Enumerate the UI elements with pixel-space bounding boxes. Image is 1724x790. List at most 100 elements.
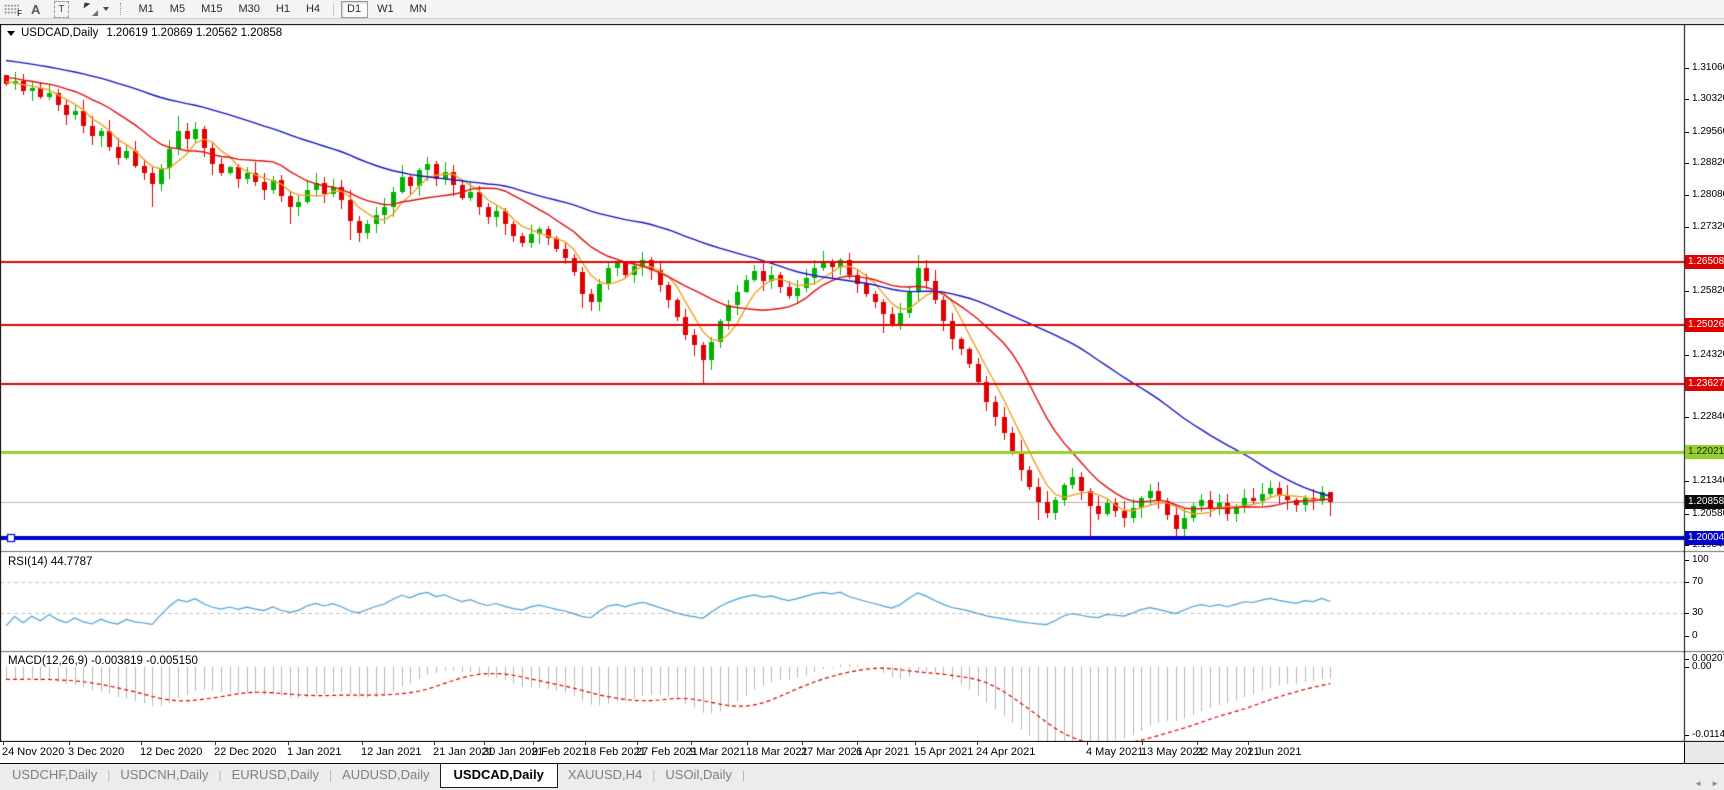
axis-tick-mark [1685, 291, 1689, 292]
toolbar-separator [119, 3, 122, 15]
date-label: 24 Nov 2020 [2, 746, 65, 758]
tool-dropdown-caret-icon[interactable] [102, 7, 109, 11]
axis-tick-mark [1685, 636, 1689, 637]
chart-tabs: USDCHF,Daily | USDCNH,Daily | EURUSD,Daily | A… [0, 764, 1724, 788]
axis-tick-label: 1.29560 [1692, 126, 1724, 137]
price-chart-canvas[interactable] [0, 24, 1724, 742]
tabs-scroll-right-icon[interactable]: ► [1711, 779, 1719, 788]
axis-tick-mark [1685, 667, 1689, 668]
date-label: 9 Mar 2021 [690, 746, 746, 758]
tab-scroll-arrows: ◄ ► [1685, 773, 1719, 790]
date-tick-mark [69, 742, 70, 745]
price-level-label: 1.20004 [1685, 531, 1724, 545]
chart-title: USDCAD,Daily 1.20619 1.20869 1.20562 1.20… [7, 27, 282, 39]
date-label: 1 Jun 2021 [1247, 746, 1302, 758]
macd-indicator-label: MACD(12,26,9) -0.003819 -0.005150 [8, 655, 198, 667]
timeframe-mn-button[interactable]: MN [403, 1, 433, 18]
date-axis[interactable]: 24 Nov 2020 3 Dec 2020 12 Dec 2020 22 Dec 2… [0, 742, 1684, 763]
axis-tick-label: 1.28080 [1692, 189, 1724, 200]
date-tick-mark [141, 742, 142, 745]
axis-tick-label: -0.01146 [1692, 729, 1724, 740]
date-label: 9 Feb 2021 [532, 746, 588, 758]
timeframe-d1-button[interactable]: D1 [340, 0, 368, 18]
axis-tick-label: 30 [1692, 607, 1704, 618]
date-tick-mark [288, 742, 289, 745]
date-label: 1 Jan 2021 [287, 746, 342, 758]
timeframe-m15-button[interactable]: M15 [195, 1, 229, 18]
rsi-indicator-label: RSI(14) 44.7787 [8, 556, 93, 568]
price-level-label: 1.22021 [1685, 445, 1724, 459]
axis-tick-mark [1685, 163, 1689, 164]
axis-tick-mark [1685, 99, 1689, 100]
date-tick-mark [637, 742, 638, 745]
date-tick-mark [362, 742, 363, 745]
date-tick-mark [215, 742, 216, 745]
axis-tick-mark [1685, 132, 1689, 133]
date-label: 3 Dec 2020 [68, 746, 125, 758]
axis-tick-mark [1685, 481, 1689, 482]
date-label: 27 Feb 2021 [636, 746, 698, 758]
date-tick-mark [857, 742, 858, 745]
axis-tick-label: 1.21340 [1692, 475, 1724, 486]
timeframe-group-separator [333, 2, 334, 16]
tab-usdchf-daily[interactable]: USDCHF,Daily [2, 764, 107, 786]
timeframe-h1-button[interactable]: H1 [269, 1, 296, 18]
axis-tick-label: 1.30320 [1692, 93, 1724, 104]
timeframe-m30-button[interactable]: M30 [232, 1, 266, 18]
date-label: 12 Jan 2021 [361, 746, 422, 758]
indicators-grid-icon[interactable]: F [4, 3, 22, 18]
text-box-tool-icon[interactable]: T [54, 0, 69, 18]
axis-divider [1684, 742, 1685, 763]
price-axis[interactable]: 1.31060 1.30320 1.29560 1.28820 1.28080 1.273… [1685, 0, 1724, 763]
timeframe-buttons: M1 M5 M15 M30 H1 H4 D1 W1 MN [131, 0, 435, 18]
axis-tick-label: 1.22840 [1692, 411, 1724, 422]
text-label-tool-icon[interactable]: A [31, 2, 40, 17]
date-tick-mark [1197, 742, 1198, 745]
tab-separator: | [741, 768, 745, 782]
timeframe-w1-button[interactable]: W1 [371, 1, 401, 18]
axis-tick-mark [1685, 560, 1689, 561]
axis-tick-mark [1685, 735, 1689, 736]
chart-tab-bar: USDCHF,Daily | USDCNH,Daily | EURUSD,Daily | A… [0, 763, 1724, 790]
date-tick-mark [1087, 742, 1088, 745]
tab-audusd-daily[interactable]: AUDUSD,Daily [332, 764, 439, 786]
axis-tick-label: 1.27320 [1692, 221, 1724, 232]
tab-xauusd-h4[interactable]: XAUUSD,H4 [558, 764, 652, 786]
toolbar: F A T M1 M5 M15 M30 H1 H4 D1 W1 MN [0, 0, 1724, 19]
axis-tick-mark [1685, 582, 1689, 583]
axis-tick-mark [1685, 514, 1689, 515]
timeframe-m5-button[interactable]: M5 [163, 1, 191, 18]
date-tick-mark [533, 742, 534, 745]
date-label: 22 Dec 2020 [214, 746, 277, 758]
tab-usdcad-daily[interactable]: USDCAD,Daily [439, 764, 558, 788]
timeframe-h4-button[interactable]: H4 [299, 1, 326, 18]
axis-tick-label: 70 [1692, 576, 1704, 587]
axis-tick-label: 0 [1692, 630, 1698, 641]
axis-tick-label: 100 [1692, 554, 1709, 565]
timeframe-m1-button[interactable]: M1 [132, 1, 160, 18]
terminal-window: F A T M1 M5 M15 M30 H1 H4 D1 W1 MN USDCAD,Daily 1… [0, 0, 1724, 790]
date-tick-mark [977, 742, 978, 745]
cursor-tool-icon[interactable] [83, 2, 99, 16]
tab-eurusd-daily[interactable]: EURUSD,Daily [222, 764, 329, 786]
date-tick-mark [1142, 742, 1143, 745]
date-label: 4 May 2021 [1086, 746, 1144, 758]
axis-tick-label: 1.31060 [1692, 62, 1724, 73]
price-level-label: 1.23627 [1685, 377, 1724, 391]
price-level-label: 1.26508 [1685, 255, 1724, 269]
tab-usoil-daily[interactable]: USOil,Daily [655, 764, 741, 786]
axis-tick-label: 1.20580 [1692, 508, 1724, 519]
axis-tick-label: 1.28820 [1692, 157, 1724, 168]
axis-tick-label: 0.00 [1692, 661, 1712, 672]
tab-usdcnh-daily[interactable]: USDCNH,Daily [110, 764, 218, 786]
axis-tick-mark [1685, 545, 1689, 546]
symbol-dropdown-triangle-icon[interactable] [7, 31, 15, 36]
tabs-scroll-left-icon[interactable]: ◄ [1694, 779, 1702, 788]
axis-tick-mark [1685, 355, 1689, 356]
axis-tick-mark [1685, 613, 1689, 614]
axis-tick-label: 1.25820 [1692, 285, 1724, 296]
date-label: 18 Mar 2021 [746, 746, 808, 758]
date-label: 6 Apr 2021 [856, 746, 910, 758]
axis-tick-mark [1685, 659, 1689, 660]
axis-tick-mark [1685, 227, 1689, 228]
